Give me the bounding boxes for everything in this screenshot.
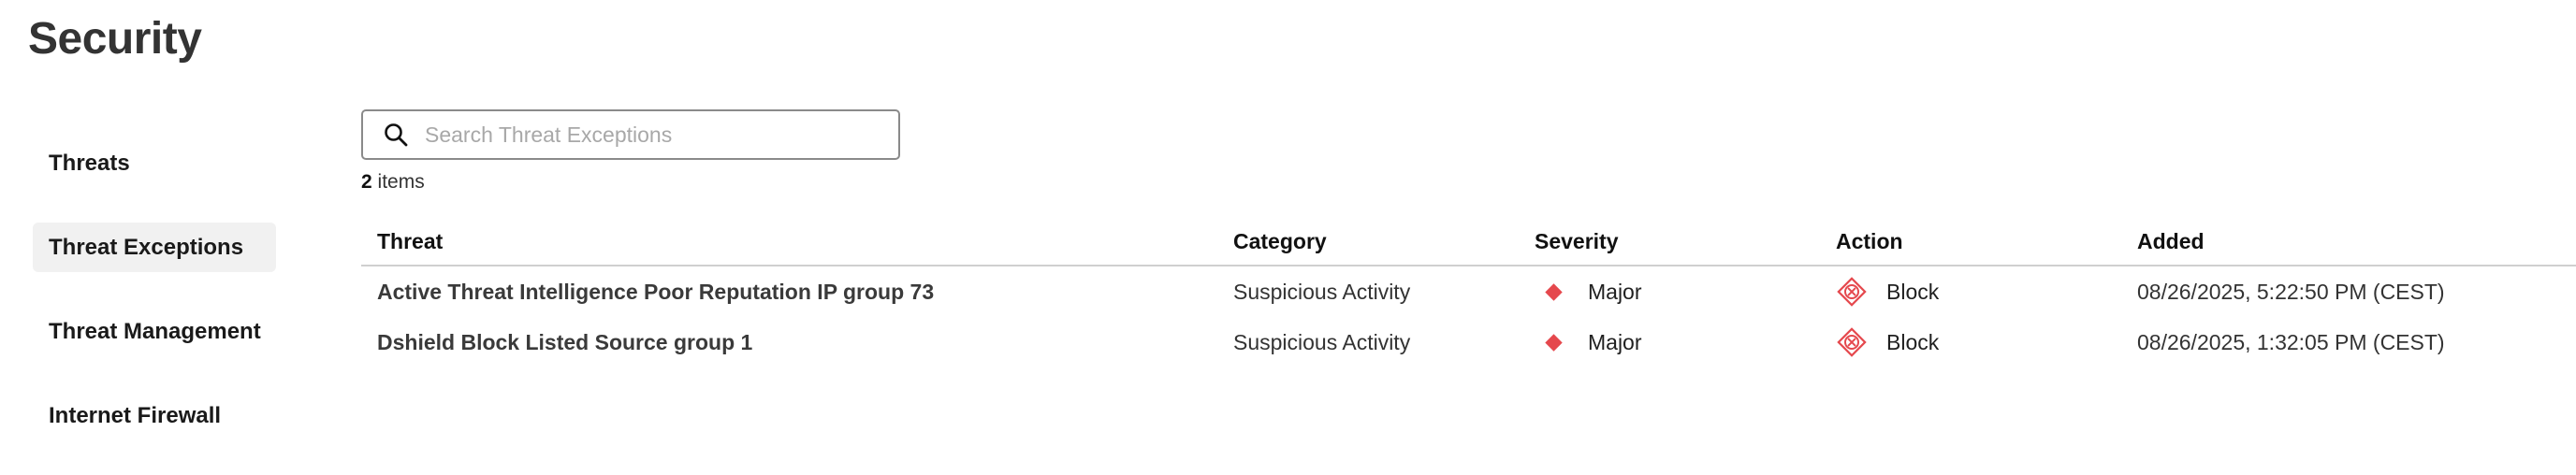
column-header-added[interactable]: Added — [2137, 229, 2576, 254]
item-count-number: 2 — [361, 171, 372, 193]
action-label: Block — [1886, 329, 1940, 354]
table-row[interactable]: Dshield Block Listed Source group 1 Susp… — [361, 317, 2576, 367]
page-title: Security — [28, 14, 202, 64]
sidebar-item-label: Internet Firewall — [49, 402, 222, 428]
category-cell: Suspicious Activity — [1233, 329, 1411, 354]
action-label: Block — [1886, 279, 1940, 304]
action-cell: Block — [1836, 326, 2137, 358]
severity-cell: Major — [1535, 330, 1836, 355]
severity-major-icon — [1545, 282, 1563, 301]
severity-major-icon — [1545, 333, 1563, 352]
block-icon — [1836, 326, 1868, 358]
sidebar-item-threat-management[interactable]: Threat Management — [33, 307, 276, 356]
search-input[interactable] — [423, 121, 898, 149]
sidebar-item-label: Threats — [49, 150, 130, 176]
threat-exceptions-table: Threat Category Severity Action Added Ac… — [361, 218, 2576, 367]
severity-cell: Major — [1535, 280, 1836, 305]
main-content: 2 items Threat Category Severity Action … — [361, 109, 2576, 367]
column-header-threat[interactable]: Threat — [361, 229, 1233, 254]
column-header-severity[interactable]: Severity — [1535, 229, 1836, 254]
threat-cell: Active Threat Intelligence Poor Reputati… — [377, 279, 935, 304]
severity-label: Major — [1588, 329, 1642, 354]
sidebar-item-internet-firewall[interactable]: Internet Firewall — [33, 391, 276, 440]
column-header-category[interactable]: Category — [1233, 229, 1535, 254]
threat-cell: Dshield Block Listed Source group 1 — [377, 329, 753, 354]
block-icon — [1836, 276, 1868, 308]
column-header-action[interactable]: Action — [1836, 229, 2137, 254]
category-cell: Suspicious Activity — [1233, 279, 1411, 304]
added-cell: 08/26/2025, 1:32:05 PM (CEST) — [2137, 329, 2445, 354]
search-icon — [384, 122, 408, 147]
table-header-row: Threat Category Severity Action Added — [361, 218, 2576, 266]
sidebar-item-label: Threat Exceptions — [49, 234, 244, 260]
severity-label: Major — [1588, 279, 1642, 304]
added-cell: 08/26/2025, 5:22:50 PM (CEST) — [2137, 279, 2445, 304]
action-cell: Block — [1836, 276, 2137, 308]
table-row[interactable]: Active Threat Intelligence Poor Reputati… — [361, 266, 2576, 317]
item-count: 2 items — [361, 171, 2576, 194]
sidebar-nav: Threats Threat Exceptions Threat Managem… — [33, 138, 276, 475]
search-box[interactable] — [361, 109, 900, 160]
sidebar-item-label: Threat Management — [49, 318, 261, 344]
item-count-label: items — [377, 171, 425, 193]
sidebar-item-threat-exceptions[interactable]: Threat Exceptions — [33, 223, 276, 272]
sidebar-item-threats[interactable]: Threats — [33, 138, 276, 188]
